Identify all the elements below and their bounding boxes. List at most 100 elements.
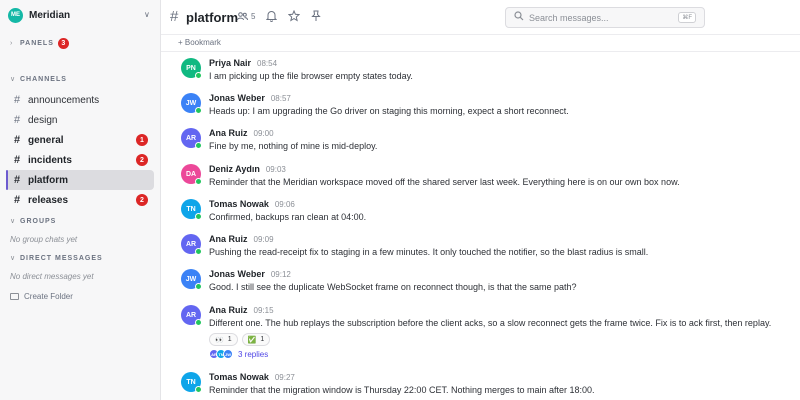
message-author[interactable]: Tomas Nowak (209, 199, 269, 209)
message-time: 09:03 (265, 165, 286, 174)
eyes-icon: 👀 (215, 336, 224, 344)
message-text: Pushing the read-receipt fix to staging … (209, 247, 649, 257)
presence-dot (195, 283, 202, 290)
channels-section-toggle[interactable]: ∨ CHANNELS (10, 75, 67, 84)
members-button[interactable]: 5 (237, 12, 255, 21)
create-folder-button[interactable]: Create Folder (10, 292, 73, 301)
message-author[interactable]: Priya Nair (209, 58, 251, 68)
message-time: 09:00 (253, 129, 274, 138)
workspace-switcher[interactable]: ME Meridian (0, 0, 160, 30)
star-icon[interactable] (287, 9, 301, 25)
message-time: 08:54 (257, 59, 278, 68)
groups-empty-text: No group chats yet (10, 235, 78, 244)
panels-label: PANELS (20, 40, 54, 47)
panels-count-badge: 3 (57, 38, 69, 49)
hash-icon: # (170, 8, 179, 25)
unread-badge: 2 (136, 154, 148, 166)
message-text: Different one. The hub replays the subsc… (209, 318, 772, 328)
create-folder-label: Create Folder (24, 292, 73, 301)
message-author[interactable]: Ana Ruiz (209, 128, 248, 138)
groups-section-label: GROUPS (20, 217, 57, 225)
divider (161, 51, 800, 52)
channel-title: platform (186, 10, 238, 25)
reaction-eyes[interactable]: 👀 1 (209, 333, 238, 346)
hash-icon: # (14, 174, 21, 186)
chevron-down-icon: ∨ (10, 255, 16, 262)
members-icon (237, 12, 248, 21)
message-time: 09:15 (253, 306, 274, 315)
channel-name: incidents (28, 154, 72, 166)
chevron-down-icon: ∨ (10, 218, 16, 225)
message-author[interactable]: Deniz Aydın (209, 164, 260, 174)
check-icon: ✅ (247, 336, 257, 344)
message-time: 09:06 (274, 200, 295, 209)
message-time: 09:12 (270, 270, 291, 279)
presence-dot (195, 248, 202, 255)
message-time: 09:09 (253, 235, 274, 244)
unread-badge: 1 (136, 134, 148, 146)
chevron-down-icon: ∨ (10, 76, 16, 83)
sidebar-item-incidents[interactable]: # incidents 2 (6, 150, 154, 170)
add-bookmark-button[interactable]: + Bookmark (178, 38, 221, 47)
direct-messages-empty-text: No direct messages yet (10, 272, 94, 281)
presence-dot (195, 72, 202, 79)
sidebar-item-announcements[interactable]: # announcements (6, 90, 154, 110)
message-author[interactable]: Tomas Nowak (209, 372, 269, 382)
presence-dot (195, 386, 202, 393)
chevron-down-icon[interactable]: ∨ (144, 10, 150, 19)
replies-label: 3 replies (238, 349, 269, 359)
message-text: Good. I still see the duplicate WebSocke… (209, 282, 577, 292)
message-text: Reminder that the Meridian workspace mov… (209, 177, 680, 187)
folder-icon (10, 293, 19, 300)
message-time: 08:57 (270, 94, 291, 103)
message-text: I am picking up the file browser empty s… (209, 71, 413, 81)
pin-icon[interactable] (311, 10, 321, 25)
workspace-avatar: ME (8, 7, 23, 23)
sidebar: ME Meridian ∨ › PANELS 3 ∨ CHANNELS # an… (0, 0, 161, 400)
message-text: Reminder that the migration window is Th… (209, 385, 595, 395)
message-author[interactable]: Ana Ruiz (209, 305, 248, 315)
channel-name: design (28, 114, 58, 126)
reactions: 👀 1 ✅ 1 (209, 333, 271, 346)
presence-dot (195, 107, 202, 114)
message-text: Heads up: I am upgrading the Go driver o… (209, 106, 569, 116)
direct-messages-section-label: DIRECT MESSAGES (20, 254, 103, 262)
avatar: JW (223, 349, 233, 359)
message-author[interactable]: Ana Ruiz (209, 234, 248, 244)
presence-dot (195, 213, 202, 220)
members-count: 5 (251, 12, 256, 21)
presence-dot (195, 142, 202, 149)
reaction-check[interactable]: ✅ 1 (241, 333, 271, 346)
direct-messages-section-toggle[interactable]: ∨ DIRECT MESSAGES (10, 254, 103, 263)
hash-icon: # (14, 94, 21, 106)
sidebar-item-releases[interactable]: # releases 2 (6, 190, 154, 210)
search-box[interactable]: ⌘F (505, 7, 705, 28)
search-input[interactable] (529, 12, 669, 23)
search-icon (514, 11, 524, 24)
hash-icon: # (14, 134, 21, 146)
presence-dot (195, 319, 202, 326)
panels-toggle[interactable]: › PANELS 3 (10, 38, 69, 49)
hash-icon: # (14, 114, 21, 126)
chevron-right-icon: › (10, 40, 13, 47)
channel-header: # platform 5 ⌘F (161, 0, 800, 35)
reaction-count: 1 (227, 336, 232, 343)
sidebar-item-platform[interactable]: # platform (6, 170, 154, 190)
groups-section-toggle[interactable]: ∨ GROUPS (10, 217, 57, 226)
channel-name: platform (28, 174, 68, 186)
sidebar-item-general[interactable]: # general 1 (6, 130, 154, 150)
thread-replies-button[interactable]: AR TN JW 3 replies (209, 349, 268, 359)
message-text: Fine by me, nothing of mine is mid-deplo… (209, 141, 378, 151)
channels-section-label: CHANNELS (20, 75, 67, 83)
presence-dot (195, 178, 202, 185)
channel-name: announcements (28, 94, 100, 106)
message-author[interactable]: Jonas Weber (209, 269, 265, 279)
channel-name: releases (28, 194, 69, 206)
hash-icon: # (14, 194, 21, 206)
search-shortcut: ⌘F (678, 12, 696, 23)
bell-icon[interactable] (265, 10, 278, 25)
message-author[interactable]: Jonas Weber (209, 93, 265, 103)
unread-badge: 2 (136, 194, 148, 206)
sidebar-item-design[interactable]: # design (6, 110, 154, 130)
hash-icon: # (14, 154, 21, 166)
